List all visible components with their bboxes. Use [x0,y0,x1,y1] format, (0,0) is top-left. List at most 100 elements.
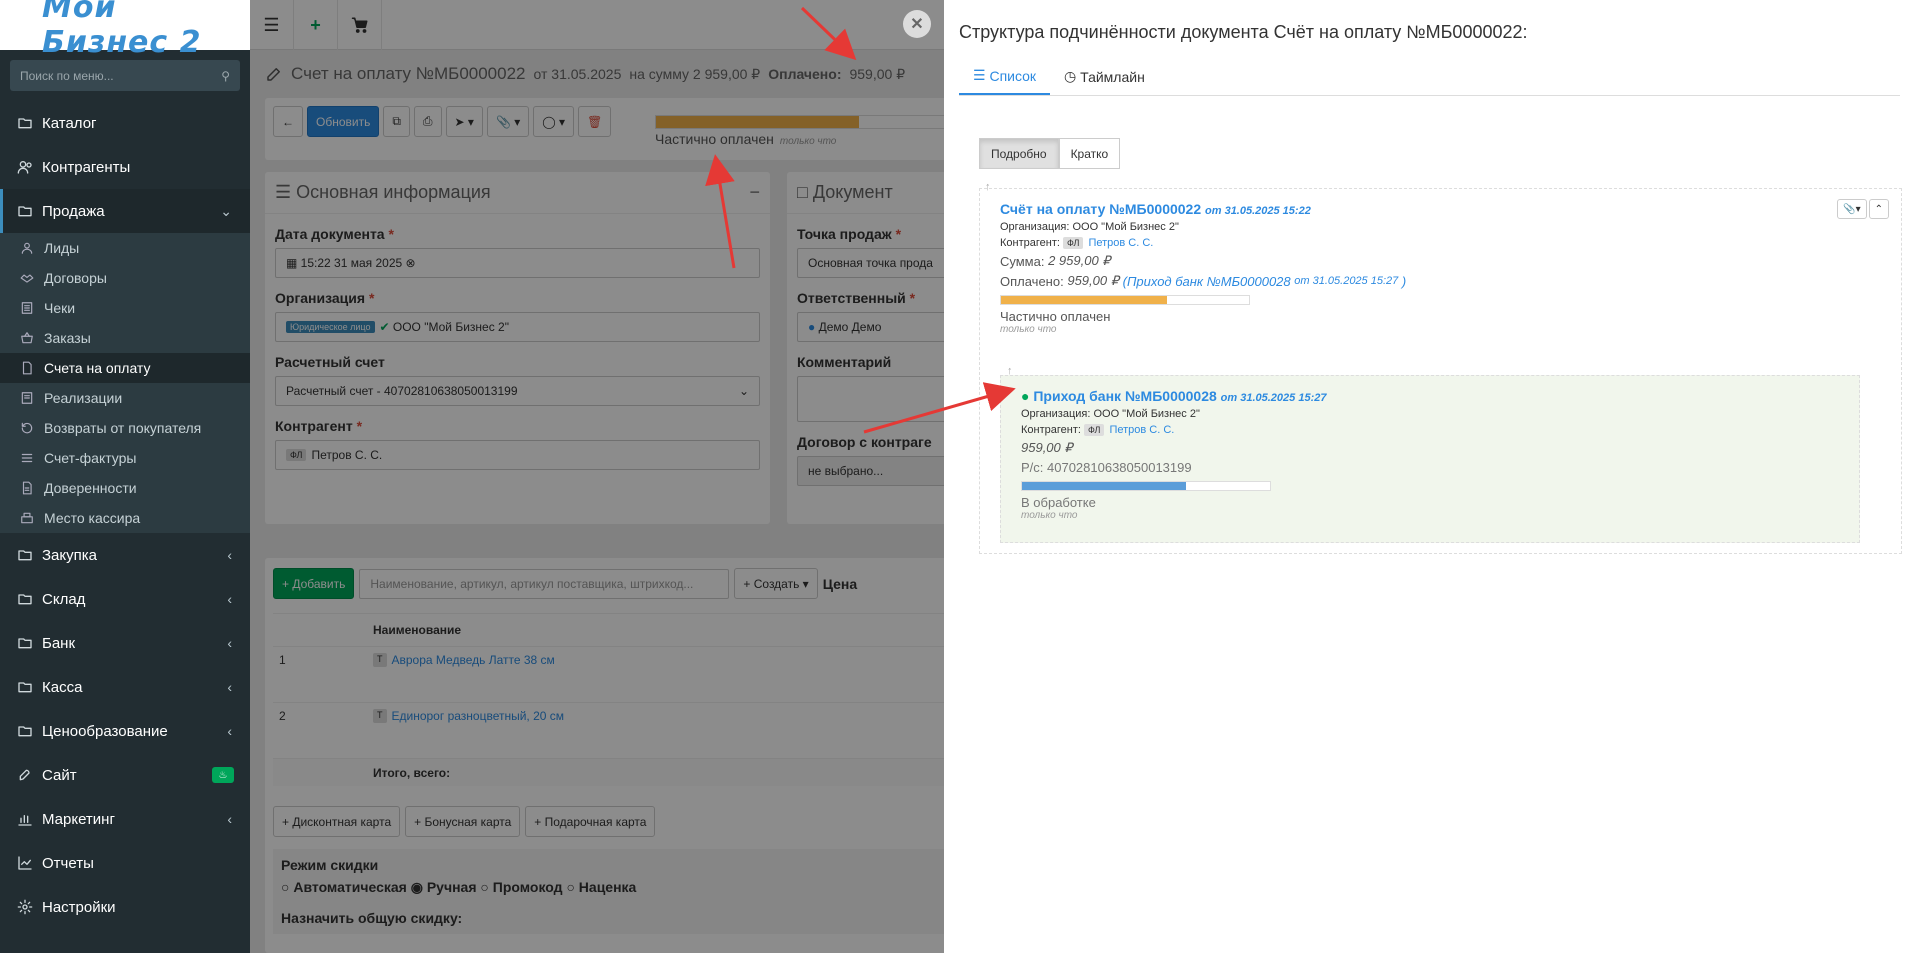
folder-icon [18,550,32,561]
gear-icon [17,899,33,915]
child-account: Р/с: 40702810638050013199 [1021,460,1192,475]
sub-item-invoice-facts[interactable]: Счет-фактуры [0,443,250,473]
clock-icon: ◷ [1064,68,1081,84]
handshake-icon [20,274,34,283]
chevron-left-icon: ‹ [227,591,232,607]
root-title-text: Счёт на оплату №МБ0000022 [1000,201,1202,217]
sub-item-leads[interactable]: Лиды [0,233,250,263]
child-node-title[interactable]: ● Приход банк №МБ0000028 от 31.05.2025 1… [1021,388,1839,404]
root-contractor-link[interactable]: Петров С. С. [1088,237,1153,249]
child-progress-fill [1022,482,1186,490]
list-icon [21,392,33,404]
basket-icon [21,332,33,344]
chevron-left-icon: ‹ [227,723,232,739]
line-chart-icon [18,856,32,870]
list-icon [21,302,33,314]
child-time: только что [1021,510,1078,521]
undo-icon [21,422,33,434]
structure-panel: Структура подчинённости документа Счёт н… [944,0,1920,953]
child-contractor-tag: ФЛ [1084,424,1105,436]
close-icon[interactable]: ✕ [903,10,931,38]
root-contractor-tag: ФЛ [1063,237,1084,249]
child-org: Организация: ООО "Мой Бизнес 2" [1021,408,1200,420]
child-node: ● Приход банк №МБ0000028 от 31.05.2025 1… [1000,375,1860,543]
logo[interactable]: Мой Бизнес 2 [0,0,250,60]
sub-item-label: Место кассира [44,510,141,526]
node-collapse-button[interactable]: ⌃ [1868,199,1889,219]
view-mode-group: Подробно Кратко [979,138,1121,169]
sub-item-label: Лиды [44,240,80,256]
root-paid-value: 959,00 ₽ [1067,273,1119,288]
sidebar-item-contractors[interactable]: Контрагенты [0,145,250,189]
sub-item-receipts[interactable]: Чеки [0,293,250,323]
sidebar-item-reports[interactable]: Отчеты [0,841,250,885]
tab-list-label: Список [989,67,1037,84]
folder-open-icon [18,206,32,217]
sidebar-item-label: Маркетинг [42,810,115,828]
child-contractor: Контрагент: ФЛ Петров С. С. [1021,424,1839,436]
root-contractor: Контрагент: ФЛ Петров С. С. [1000,237,1881,249]
sub-item-label: Чеки [44,300,76,316]
sidebar-item-label: Продажа [42,202,105,220]
node-attach-button[interactable]: 📎▾ [1837,199,1867,219]
sidebar-item-warehouse[interactable]: Склад ‹ [0,577,250,621]
tab-timeline[interactable]: ◷ Таймлайн [1050,58,1159,95]
sidebar-item-site[interactable]: Сайт ♨ [0,753,250,797]
folder-icon [18,638,32,649]
sidebar-item-sales[interactable]: Продажа ⌄ [0,189,250,233]
sub-item-label: Доверенности [44,480,137,496]
sales-submenu: Лиды Договоры Чеки Заказы Счета на оплат… [0,233,250,533]
bell-icon: ♨ [212,767,234,783]
sub-item-contracts[interactable]: Договоры [0,263,250,293]
file-icon [22,361,32,375]
sidebar-item-catalog[interactable]: Каталог [0,101,250,145]
sidebar-item-label: Касса [42,678,83,696]
chevron-left-icon: ‹ [227,635,232,651]
sidebar-item-settings[interactable]: Настройки [0,885,250,929]
child-status: В обработке [1021,495,1096,510]
sidebar-item-purchase[interactable]: Закупка ‹ [0,533,250,577]
sidebar-item-label: Каталог [42,114,97,132]
root-node-title[interactable]: Счёт на оплату №МБ0000022 от 31.05.2025 … [1000,201,1881,217]
folder-icon [18,594,32,605]
mode-detailed-button[interactable]: Подробно [979,138,1059,169]
tab-list[interactable]: ☰ Список [959,58,1051,95]
sidebar-item-pricing[interactable]: Ценообразование ‹ [0,709,250,753]
sidebar-item-label: Отчеты [42,854,94,872]
logo-text: Мой Бизнес 2 [42,0,202,60]
sidebar: Мой Бизнес 2 Поиск по меню... ⚲ Каталог К… [0,0,250,953]
sub-item-label: Счета на оплату [44,360,151,376]
child-progress-bar [1021,481,1271,491]
sub-item-label: Реализации [44,390,123,406]
root-sum-label: Сумма: [1000,253,1045,269]
chevron-down-icon: ⌄ [220,202,232,219]
child-contractor-link[interactable]: Петров С. С. [1109,424,1174,436]
sub-item-returns[interactable]: Возвраты от покупателя [0,413,250,443]
menu-search-input[interactable]: Поиск по меню... ⚲ [10,60,240,91]
sub-item-cashier[interactable]: Место кассира [0,503,250,533]
sub-item-invoices[interactable]: Счета на оплату [0,353,250,383]
chevron-left-icon: ‹ [227,547,232,563]
cashbox-icon [21,512,33,524]
panel-tabs: ☰ Список ◷ Таймлайн [959,58,1900,96]
mode-brief-button[interactable]: Кратко [1058,138,1121,169]
tab-timeline-label: Таймлайн [1080,68,1145,85]
lines-icon [21,453,33,463]
sub-item-powers[interactable]: Доверенности [0,473,250,503]
sub-item-label: Заказы [44,330,91,346]
folder-icon [18,118,32,129]
root-org: Организация: ООО "Мой Бизнес 2" [1000,221,1179,233]
root-paid-link-date: от 31.05.2025 15:27 [1294,275,1399,287]
sub-item-realizations[interactable]: Реализации [0,383,250,413]
root-paid: Оплачено: 959,00 ₽ (Приход банк №МБ00000… [1000,273,1881,289]
sidebar-item-bank[interactable]: Банк ‹ [0,621,250,665]
sub-item-orders[interactable]: Заказы [0,323,250,353]
sidebar-item-cash[interactable]: Касса ‹ [0,665,250,709]
sidebar-item-marketing[interactable]: Маркетинг ‹ [0,797,250,841]
list-icon: ☰ [973,67,990,83]
sidebar-item-label: Банк [42,634,76,652]
root-paid-link[interactable]: (Приход банк №МБ0000028 [1123,274,1291,289]
root-paid-label: Оплачено: [1000,273,1064,289]
root-paid-link-end: ) [1401,273,1407,289]
document-tree: ↑ Счёт на оплату №МБ0000022 от 31.05.202… [979,181,1902,554]
